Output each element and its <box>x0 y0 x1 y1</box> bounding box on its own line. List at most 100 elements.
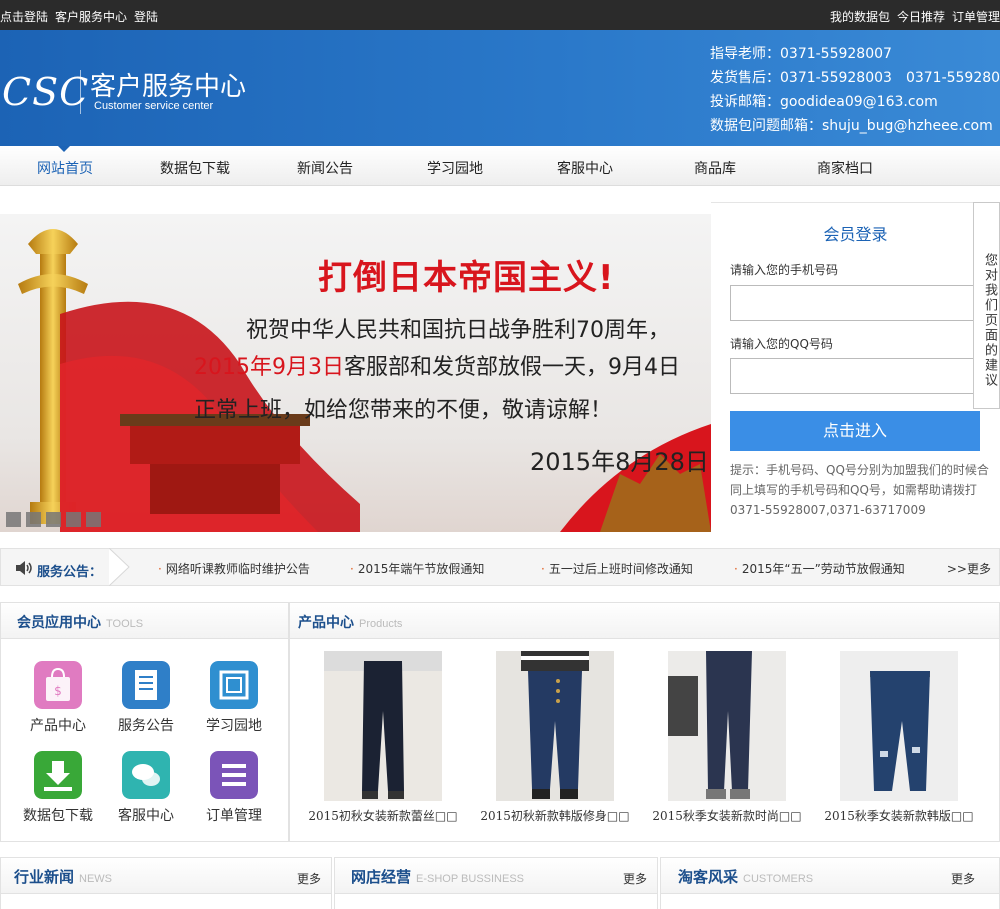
login-submit-button[interactable]: 点击进入 <box>730 411 980 451</box>
notice-item-3-text: 五一过后上班时间修改通知 <box>548 562 693 576</box>
window-icon <box>210 661 258 709</box>
tools-subtitle: TOOLS <box>106 618 144 630</box>
product-card-3[interactable]: 2015秋季女装新款时尚□□ <box>642 651 812 824</box>
logo-divider <box>80 70 81 114</box>
tools-panel-title: 会员应用中心 TOOLS <box>17 612 143 632</box>
tool-customer-service-label: 客服中心 <box>118 808 174 824</box>
nav-service[interactable]: 客服中心 <box>557 158 613 178</box>
tool-download[interactable]: 数据包下载 <box>14 751 102 825</box>
product-center-panel: 产品中心 Products 2015初秋女装新款蕾丝□□ 2015初秋新款韩版修身… <box>289 602 1000 842</box>
customers-subtitle: CUSTOMERS <box>743 873 814 885</box>
nav-products[interactable]: 商品库 <box>694 158 736 178</box>
notice-item-2[interactable]: · 2015年端午节放假通知 <box>350 560 484 577</box>
nav-home[interactable]: 网站首页 <box>37 158 93 178</box>
tool-service-notice-label: 服务公告 <box>118 718 174 734</box>
eshop-business-more[interactable]: 更多 <box>623 870 647 887</box>
industry-news-more[interactable]: 更多 <box>297 870 321 887</box>
my-data-link[interactable]: 我的数据包 <box>830 8 890 25</box>
slide-dot-3[interactable] <box>46 512 61 527</box>
slide-dot-5[interactable] <box>86 512 101 527</box>
product-image-2 <box>496 651 614 801</box>
document-icon <box>122 661 170 709</box>
banner-line-2: 2015年9月3日客服部和发货部放假一天，9月4日 <box>194 349 680 381</box>
customers-title: 淘客风采 CUSTOMERS <box>678 866 813 887</box>
banner-line-3: 正常上班，如给您带来的不便，敬请谅解！ <box>194 398 613 423</box>
eshop-business-title: 网店经营 E-SHOP BUSSINESS <box>351 866 524 887</box>
member-tools-panel: 会员应用中心 TOOLS $ 产品中心 服务公告 学习园地 数据包下载 客服中心 <box>0 602 289 842</box>
notice-more-link[interactable]: >>更多 <box>947 560 991 577</box>
tools-panel-header: 会员应用中心 TOOLS <box>1 603 288 639</box>
tool-product-center-label: 产品中心 <box>30 718 86 734</box>
logo-abbr[interactable]: CSC <box>2 70 89 114</box>
product-card-1[interactable]: 2015初秋女装新款蕾丝□□ <box>298 651 468 824</box>
nav-merchants[interactable]: 商家档口 <box>817 158 873 178</box>
qq-label: 请输入您的QQ号码 <box>730 337 833 351</box>
order-manage-link[interactable]: 订单管理 <box>952 8 1000 25</box>
product-card-2[interactable]: 2015初秋新款韩版修身□□ <box>470 651 640 824</box>
notice-item-2-text: 2015年端午节放假通知 <box>357 562 485 576</box>
products-panel-title: 产品中心 Products <box>298 612 402 632</box>
products-subtitle: Products <box>359 618 403 630</box>
tool-learning[interactable]: 学习园地 <box>190 661 278 735</box>
industry-news-title-text: 行业新闻 <box>14 868 75 886</box>
slide-dot-2[interactable] <box>26 512 41 527</box>
main-nav: 网站首页 数据包下载 新闻公告 学习园地 客服中心 商品库 商家档口 <box>0 146 1000 186</box>
tool-learning-label: 学习园地 <box>206 718 262 734</box>
products-title-text: 产品中心 <box>298 615 354 631</box>
notice-item-1-text: 网络听课教师临时维护公告 <box>165 562 310 576</box>
notice-item-4[interactable]: · 2015年“五一”劳动节放假通知 <box>734 560 905 577</box>
tools-title-text: 会员应用中心 <box>17 615 101 631</box>
shopping-bag-icon: $ <box>34 661 82 709</box>
top-bar-left-links: 点击登陆 客户服务中心 登陆 <box>0 8 158 25</box>
logo-title[interactable]: 客户服务中心 <box>90 66 246 103</box>
contact-complaint-email: 投诉邮箱：goodidea09@163.com <box>710 94 938 110</box>
customers-header: 淘客风采 CUSTOMERS 更多 <box>661 858 999 894</box>
product-card-4[interactable]: 2015秋季女装新款韩版□□ <box>814 651 984 824</box>
banner-line-2-date: 2015年9月3日 <box>194 355 344 380</box>
product-image-1 <box>324 651 442 801</box>
svg-text:$: $ <box>54 684 62 698</box>
site-header: CSC 客户服务中心 Customer service center 指导老师：… <box>0 30 1000 146</box>
nav-download[interactable]: 数据包下载 <box>160 158 230 178</box>
nav-learning[interactable]: 学习园地 <box>427 158 483 178</box>
feedback-tab[interactable]: 您对我们页面的建议 <box>973 202 1000 409</box>
holiday-banner[interactable]: 打倒日本帝国主义! 祝贺中华人民共和国抗日战争胜利70周年， 2015年9月3日… <box>0 214 711 532</box>
industry-news-title: 行业新闻 NEWS <box>14 866 112 887</box>
download-icon <box>34 751 82 799</box>
notice-label: 服务公告： <box>37 565 103 580</box>
contact-aftersale: 发货售后：0371-55928003 0371-55928005 <box>710 70 1000 86</box>
phone-input[interactable] <box>730 285 985 321</box>
slide-dot-4[interactable] <box>66 512 81 527</box>
login-link-2[interactable]: 登陆 <box>134 8 158 25</box>
contact-bug-email: 数据包问题邮箱：shuju_bug@hzheee.com <box>710 118 993 134</box>
service-center-link[interactable]: 客户服务中心 <box>55 8 127 25</box>
logo-subtitle: Customer service center <box>94 100 214 112</box>
product-image-4 <box>840 651 958 801</box>
today-recommend-link[interactable]: 今日推荐 <box>897 8 945 25</box>
nav-news[interactable]: 新闻公告 <box>297 158 353 178</box>
industry-news-subtitle: NEWS <box>79 873 113 885</box>
notice-item-3[interactable]: · 五一过后上班时间修改通知 <box>541 560 693 577</box>
tool-service-notice[interactable]: 服务公告 <box>102 661 190 735</box>
customers-panel: 淘客风采 CUSTOMERS 更多 <box>660 857 1000 909</box>
eshop-business-subtitle: E-SHOP BUSSINESS <box>416 873 525 885</box>
banner-title: 打倒日本帝国主义! <box>318 258 615 298</box>
banner-date: 2015年8月28日 <box>530 448 709 476</box>
product-name-1: 2015初秋女装新款蕾丝□□ <box>308 809 458 823</box>
notice-item-4-text: 2015年“五一”劳动节放假通知 <box>741 562 905 576</box>
nav-active-caret <box>58 146 70 152</box>
contact-teacher: 指导老师：0371-55928007 <box>710 46 892 62</box>
tool-download-label: 数据包下载 <box>23 808 93 824</box>
qq-input[interactable] <box>730 358 985 394</box>
login-link[interactable]: 点击登陆 <box>0 8 48 25</box>
tool-order-manage[interactable]: 订单管理 <box>190 751 278 825</box>
speaker-icon <box>16 561 32 575</box>
contact-info: 指导老师：0371-55928007 发货售后：0371-55928003 03… <box>710 42 1000 138</box>
tool-product-center[interactable]: $ 产品中心 <box>14 661 102 735</box>
slide-dot-1[interactable] <box>6 512 21 527</box>
member-login-panel: 会员登录 请输入您的手机号码 请输入您的QQ号码 点击进入 提示：手机号码、QQ… <box>711 202 1000 532</box>
notice-item-1[interactable]: · 网络听课教师临时维护公告 <box>158 560 310 577</box>
tool-customer-service[interactable]: 客服中心 <box>102 751 190 825</box>
customers-more[interactable]: 更多 <box>951 870 975 887</box>
top-bar: 点击登陆 客户服务中心 登陆 我的数据包 今日推荐 订单管理 <box>0 0 1000 30</box>
